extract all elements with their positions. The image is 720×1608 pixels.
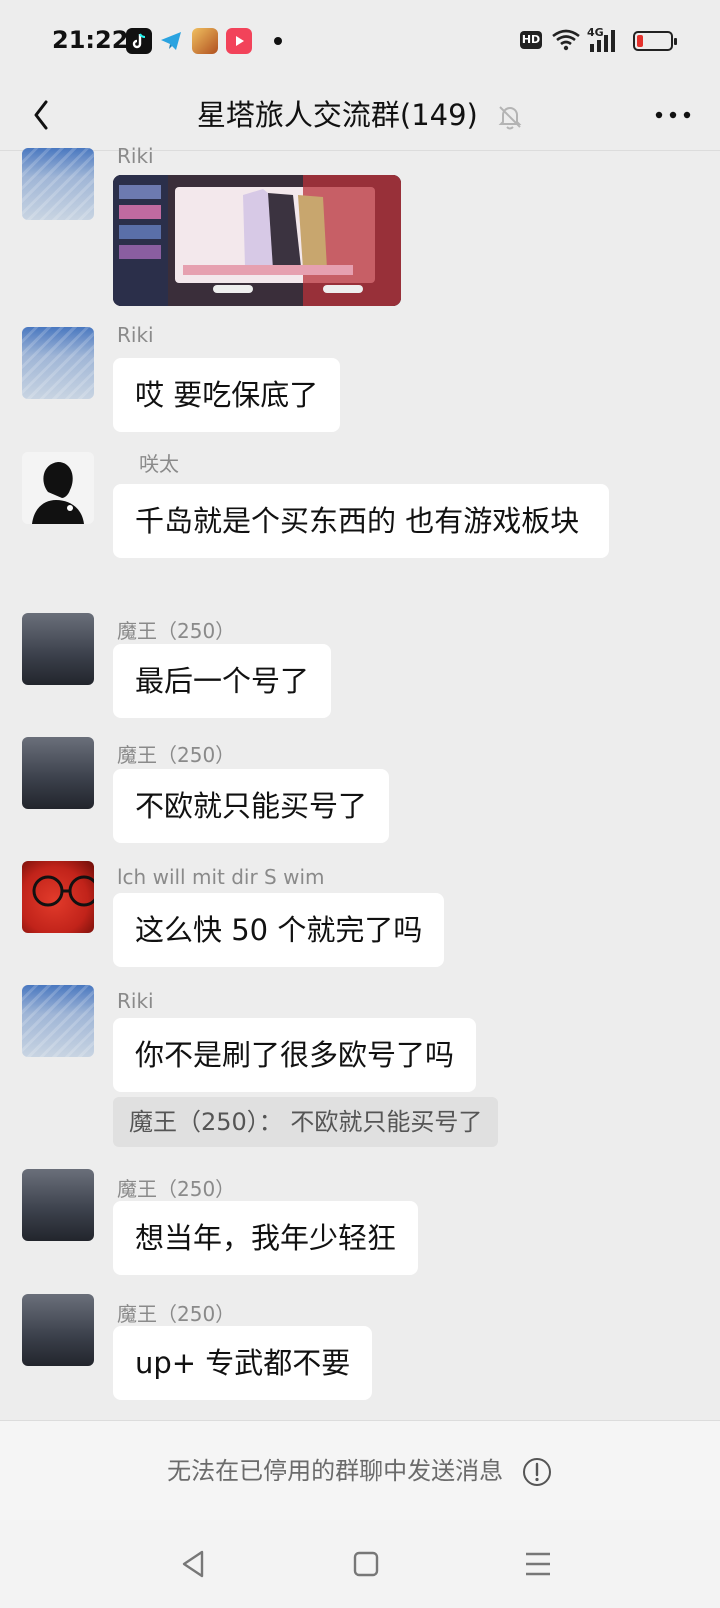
telegram-icon — [158, 28, 184, 54]
info-icon[interactable] — [521, 1456, 553, 1488]
sender-name: 咲太 — [139, 452, 179, 476]
disabled-message: 无法在已停用的群聊中发送消息 — [167, 1457, 504, 1485]
nav-back-button[interactable] — [172, 1542, 216, 1586]
muted-bell-icon — [498, 106, 522, 130]
status-bar: 21:22 HD 4G — [0, 0, 720, 80]
message-bubble[interactable]: 想当年，我年少轻狂 — [113, 1201, 419, 1275]
message-bubble[interactable]: 哎 要吃保底了 — [113, 358, 341, 432]
avatar[interactable] — [22, 861, 94, 933]
sender-name: 魔王（250） — [117, 619, 236, 643]
sender-name: 魔王（250） — [117, 1177, 236, 1201]
sender-name: Riki — [117, 144, 154, 168]
game-screenshot-thumbnail — [113, 175, 401, 306]
more-dots-icon — [655, 111, 691, 119]
status-time: 21:22 — [52, 26, 129, 54]
wifi-icon — [552, 29, 580, 51]
message-bubble[interactable]: 千岛就是个买东西的 也有游戏板块 — [113, 484, 609, 558]
message-bubble[interactable]: up+ 专武都不要 — [113, 1326, 373, 1400]
avatar[interactable] — [22, 1294, 94, 1366]
avatar[interactable] — [22, 737, 94, 809]
avatar[interactable] — [22, 148, 94, 220]
sender-name: 魔王（250） — [117, 1302, 236, 1326]
sender-name: Riki — [117, 323, 154, 347]
chat-title: 星塔旅人交流群(149) — [196, 98, 478, 132]
message-bubble[interactable]: 最后一个号了 — [113, 644, 332, 718]
image-message[interactable] — [113, 175, 401, 306]
sender-name: lch will mit dir S wim — [117, 865, 325, 889]
tiktok-icon — [126, 28, 152, 54]
input-disabled-bar: 无法在已停用的群聊中发送消息 — [0, 1420, 720, 1521]
notification-dot — [274, 37, 282, 45]
chat-header: 星塔旅人交流群(149) — [0, 80, 720, 151]
square-home-icon — [353, 1551, 379, 1577]
hd-badge: HD — [520, 31, 542, 49]
message-bubble[interactable]: 这么快 50 个就完了吗 — [113, 893, 445, 967]
avatar[interactable] — [22, 1169, 94, 1241]
glasses-avatar-image — [32, 875, 94, 907]
menu-lines-icon — [526, 1552, 550, 1576]
game-icon — [192, 28, 218, 54]
avatar[interactable] — [22, 613, 94, 685]
avatar[interactable] — [22, 985, 94, 1057]
quoted-message[interactable]: 魔王（250）： 不欧就只能买号了 — [113, 1097, 499, 1147]
message-bubble[interactable]: 不欧就只能买号了 — [113, 769, 390, 843]
avatar[interactable] — [22, 327, 94, 399]
silhouette-avatar-image — [22, 452, 94, 524]
video-app-icon — [226, 28, 252, 54]
battery-icon — [633, 31, 677, 51]
nav-menu-button[interactable] — [516, 1542, 560, 1586]
signal-icon — [590, 30, 615, 52]
sender-name: 魔王（250） — [117, 743, 236, 767]
triangle-back-icon — [182, 1550, 204, 1578]
avatar[interactable] — [22, 452, 94, 524]
sender-name: Riki — [117, 989, 154, 1013]
more-options-button[interactable] — [648, 90, 698, 140]
message-bubble[interactable]: 你不是刷了很多欧号了吗 — [113, 1018, 477, 1092]
system-nav-bar — [0, 1520, 720, 1608]
nav-home-button[interactable] — [344, 1542, 388, 1586]
